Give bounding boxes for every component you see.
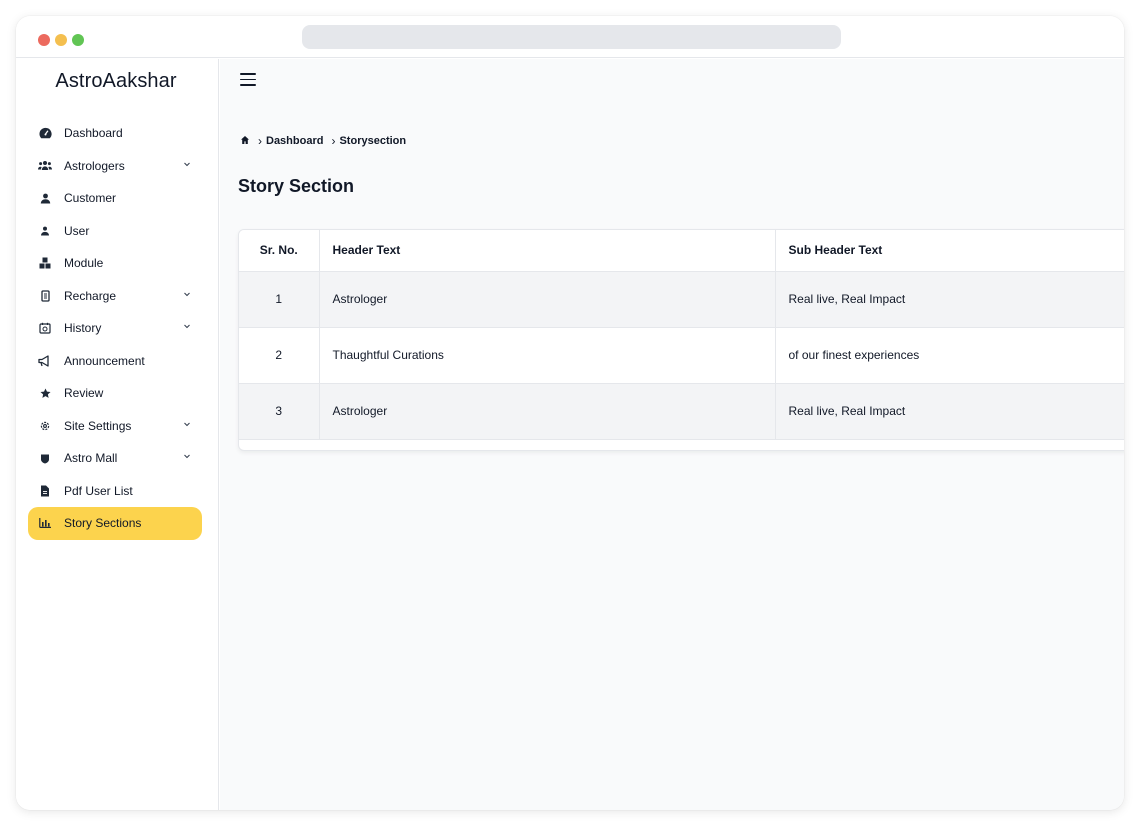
story-table-card: Sr. No. Header Text Sub Header Text 1 As…: [238, 229, 1124, 451]
sidebar-item-announcement[interactable]: Announcement: [28, 345, 202, 378]
sidebar-nav: Dashboard Astrologers Customer User Modu…: [28, 117, 202, 540]
sidebar-item-label: Customer: [64, 191, 117, 206]
chevron-down-icon: [184, 292, 190, 296]
customer-icon: [38, 191, 52, 205]
cell-header-text: Astrologer: [319, 271, 776, 328]
chevron-right-icon: ›: [258, 134, 262, 148]
sidebar-item-story-sections[interactable]: Story Sections: [28, 507, 202, 540]
sidebar-item-label: Pdf User List: [64, 483, 133, 498]
recharge-icon: [38, 289, 52, 303]
sidebar-item-astrologers[interactable]: Astrologers: [28, 150, 202, 183]
breadcrumb-storysection[interactable]: › Storysection: [331, 134, 406, 148]
user-icon: [38, 224, 52, 238]
hamburger-icon: [240, 84, 256, 86]
table-row[interactable]: 1 Astrologer Real live, Real Impact: [239, 271, 1124, 328]
cell-sr-no: 3: [239, 383, 320, 440]
star-icon: [38, 386, 52, 400]
main-content: › Dashboard › Storysection Story Section S…: [220, 59, 1124, 810]
chevron-down-icon: [184, 422, 190, 426]
sidebar-item-user[interactable]: User: [28, 215, 202, 248]
story-table: Sr. No. Header Text Sub Header Text 1 As…: [239, 230, 1124, 440]
bar-chart-icon: [38, 516, 52, 530]
title-bar: [16, 16, 1124, 58]
sidebar-item-label: Announcement: [64, 353, 145, 368]
dashboard-icon: [38, 126, 52, 140]
sidebar-item-label: User: [64, 223, 90, 238]
sidebar-item-customer[interactable]: Customer: [28, 182, 202, 215]
chevron-down-icon: [184, 454, 190, 459]
table-row[interactable]: 3 Astrologer Real live, Real Impact: [239, 383, 1124, 440]
document-icon: [38, 484, 52, 498]
sidebar-item-dashboard[interactable]: Dashboard: [28, 117, 202, 150]
cell-sr-no: 1: [239, 271, 320, 328]
breadcrumb-dashboard[interactable]: › Dashboard: [258, 134, 323, 148]
sidebar-item-site-settings[interactable]: Site Settings: [28, 410, 202, 443]
cell-sub-header-text: Real live, Real Impact: [775, 271, 1124, 328]
column-header-sr-no[interactable]: Sr. No.: [239, 230, 320, 272]
sidebar-item-pdf-user-list[interactable]: Pdf User List: [28, 475, 202, 508]
cell-sub-header-text: of our finest experiences: [775, 327, 1124, 384]
maximize-window-button[interactable]: [72, 34, 84, 46]
cell-sub-header-text: Real live, Real Impact: [775, 383, 1124, 440]
sidebar-item-module[interactable]: Module: [28, 247, 202, 280]
close-window-button[interactable]: [38, 34, 50, 46]
settings-icon: [38, 419, 52, 433]
breadcrumb: › Dashboard › Storysection: [240, 133, 406, 149]
cell-sr-no: 2: [239, 327, 320, 384]
sidebar-item-label: Astro Mall: [64, 451, 118, 466]
table-row[interactable]: 2 Thaughtful Curations of our finest exp…: [239, 327, 1124, 384]
sidebar-item-astro-mall[interactable]: Astro Mall: [28, 442, 202, 475]
chevron-down-icon: [184, 162, 190, 166]
sidebar-item-label: Review: [64, 386, 104, 401]
address-bar[interactable]: [302, 25, 841, 49]
sidebar-item-label: Astrologers: [64, 158, 125, 173]
shop-icon: [38, 451, 52, 465]
sidebar-item-label: Module: [64, 256, 104, 271]
table-header-row: Sr. No. Header Text Sub Header Text: [239, 230, 1124, 272]
sidebar-item-label: Dashboard: [64, 126, 123, 141]
module-icon: [38, 256, 52, 270]
cell-header-text: Astrologer: [319, 383, 776, 440]
users-group-icon: [38, 159, 52, 173]
sidebar-item-recharge[interactable]: Recharge: [28, 280, 202, 313]
chevron-right-icon: ›: [331, 134, 336, 148]
sidebar-item-label: Story Sections: [64, 516, 142, 531]
chevron-down-icon: [184, 324, 190, 329]
column-header-header-text[interactable]: Header Text: [319, 230, 776, 272]
home-icon[interactable]: [240, 135, 250, 148]
hamburger-icon: [240, 73, 256, 75]
sidebar-item-review[interactable]: Review: [28, 377, 202, 410]
history-icon: [38, 321, 52, 335]
sidebar: AstroAakshar Dashboard Astrologers Custo: [16, 59, 219, 810]
sidebar-item-label: Recharge: [64, 288, 117, 303]
sidebar-item-label: Site Settings: [64, 418, 132, 433]
megaphone-icon: [38, 354, 52, 368]
column-header-sub-header-text[interactable]: Sub Header Text: [775, 230, 1124, 272]
sidebar-item-history[interactable]: History: [28, 312, 202, 345]
browser-window: AstroAakshar Dashboard Astrologers Custo: [16, 16, 1124, 810]
sidebar-item-label: History: [64, 321, 102, 336]
minimize-window-button[interactable]: [55, 34, 67, 46]
cell-header-text: Thaughtful Curations: [319, 327, 776, 384]
page-title: Story Section: [238, 176, 355, 196]
hamburger-icon: [240, 78, 256, 81]
menu-toggle-button[interactable]: [240, 73, 258, 87]
brand-logo: AstroAakshar: [55, 70, 177, 92]
